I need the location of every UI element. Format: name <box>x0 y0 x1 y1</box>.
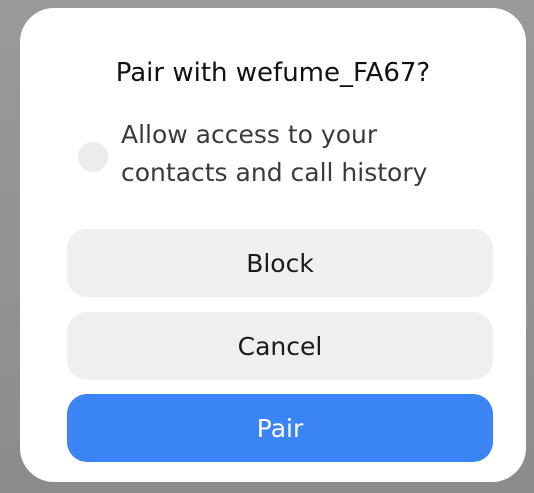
allow-contacts-label: Allow access to your contacts and call h… <box>121 120 428 187</box>
block-button[interactable]: Block <box>67 229 493 297</box>
dialog-title: Pair with wefume_FA67? <box>115 58 431 88</box>
allow-contacts-option[interactable]: Allow access to your contacts and call h… <box>78 116 488 192</box>
pairing-dialog: Pair with wefume_FA67? Allow access to y… <box>20 8 526 482</box>
pair-button[interactable]: Pair <box>67 394 493 462</box>
radio-unchecked-icon[interactable] <box>78 142 108 172</box>
cancel-button[interactable]: Cancel <box>67 312 493 380</box>
